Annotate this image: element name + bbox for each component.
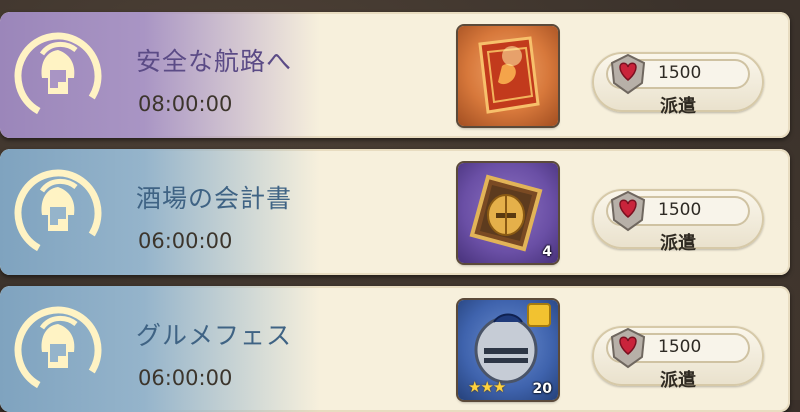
mission-title: グルメフェス — [136, 321, 293, 350]
spartan-helmet-emblem-icon — [14, 32, 102, 120]
cost-pill: 1500 — [606, 327, 750, 369]
scroll-map-icon — [478, 36, 540, 114]
ruby-gem-icon — [610, 53, 646, 95]
mission-card[interactable]: 安全な航路へ 08:00:00 1500 派遣 — [0, 12, 790, 138]
mission-card[interactable]: 酒場の会計書 06:00:00 4 1500 派遣 — [0, 149, 790, 275]
mission-timer: 06:00:00 — [138, 366, 233, 390]
mission-title: 酒場の会計書 — [136, 184, 293, 213]
reward-item[interactable] — [458, 26, 558, 126]
cost-pill: 1500 — [606, 53, 750, 95]
dispatch-label: 派遣 — [660, 370, 696, 391]
dispatch-button[interactable]: 1500 派遣 — [592, 52, 764, 117]
dispatch-label: 派遣 — [660, 233, 696, 254]
dispatch-button[interactable]: 1500 派遣 — [592, 326, 764, 391]
cost-value: 1500 — [658, 200, 702, 220]
cost-value: 1500 — [658, 63, 702, 83]
mission-timer: 06:00:00 — [138, 229, 233, 253]
mission-card[interactable]: グルメフェス 06:00:00 ★★★ 20 1500 派遣 — [0, 286, 790, 412]
ruby-gem-icon — [610, 327, 646, 369]
cost-pill: 1500 — [606, 190, 750, 232]
spartan-helmet-emblem-icon — [14, 306, 102, 394]
item-count: 4 — [542, 244, 552, 260]
dispatch-button[interactable]: 1500 派遣 — [592, 189, 764, 254]
reward-item[interactable]: ★★★ 20 — [458, 300, 558, 400]
rarity-stars: ★★★ — [468, 378, 506, 396]
spartan-helmet-emblem-icon — [14, 169, 102, 257]
cost-value: 1500 — [658, 337, 702, 357]
dispatch-label: 派遣 — [660, 96, 696, 117]
reward-item[interactable]: 4 — [458, 163, 558, 263]
mission-title: 安全な航路へ — [136, 47, 293, 76]
item-count: 20 — [532, 381, 552, 397]
mission-timer: 08:00:00 — [138, 92, 233, 116]
ruby-gem-icon — [610, 190, 646, 232]
